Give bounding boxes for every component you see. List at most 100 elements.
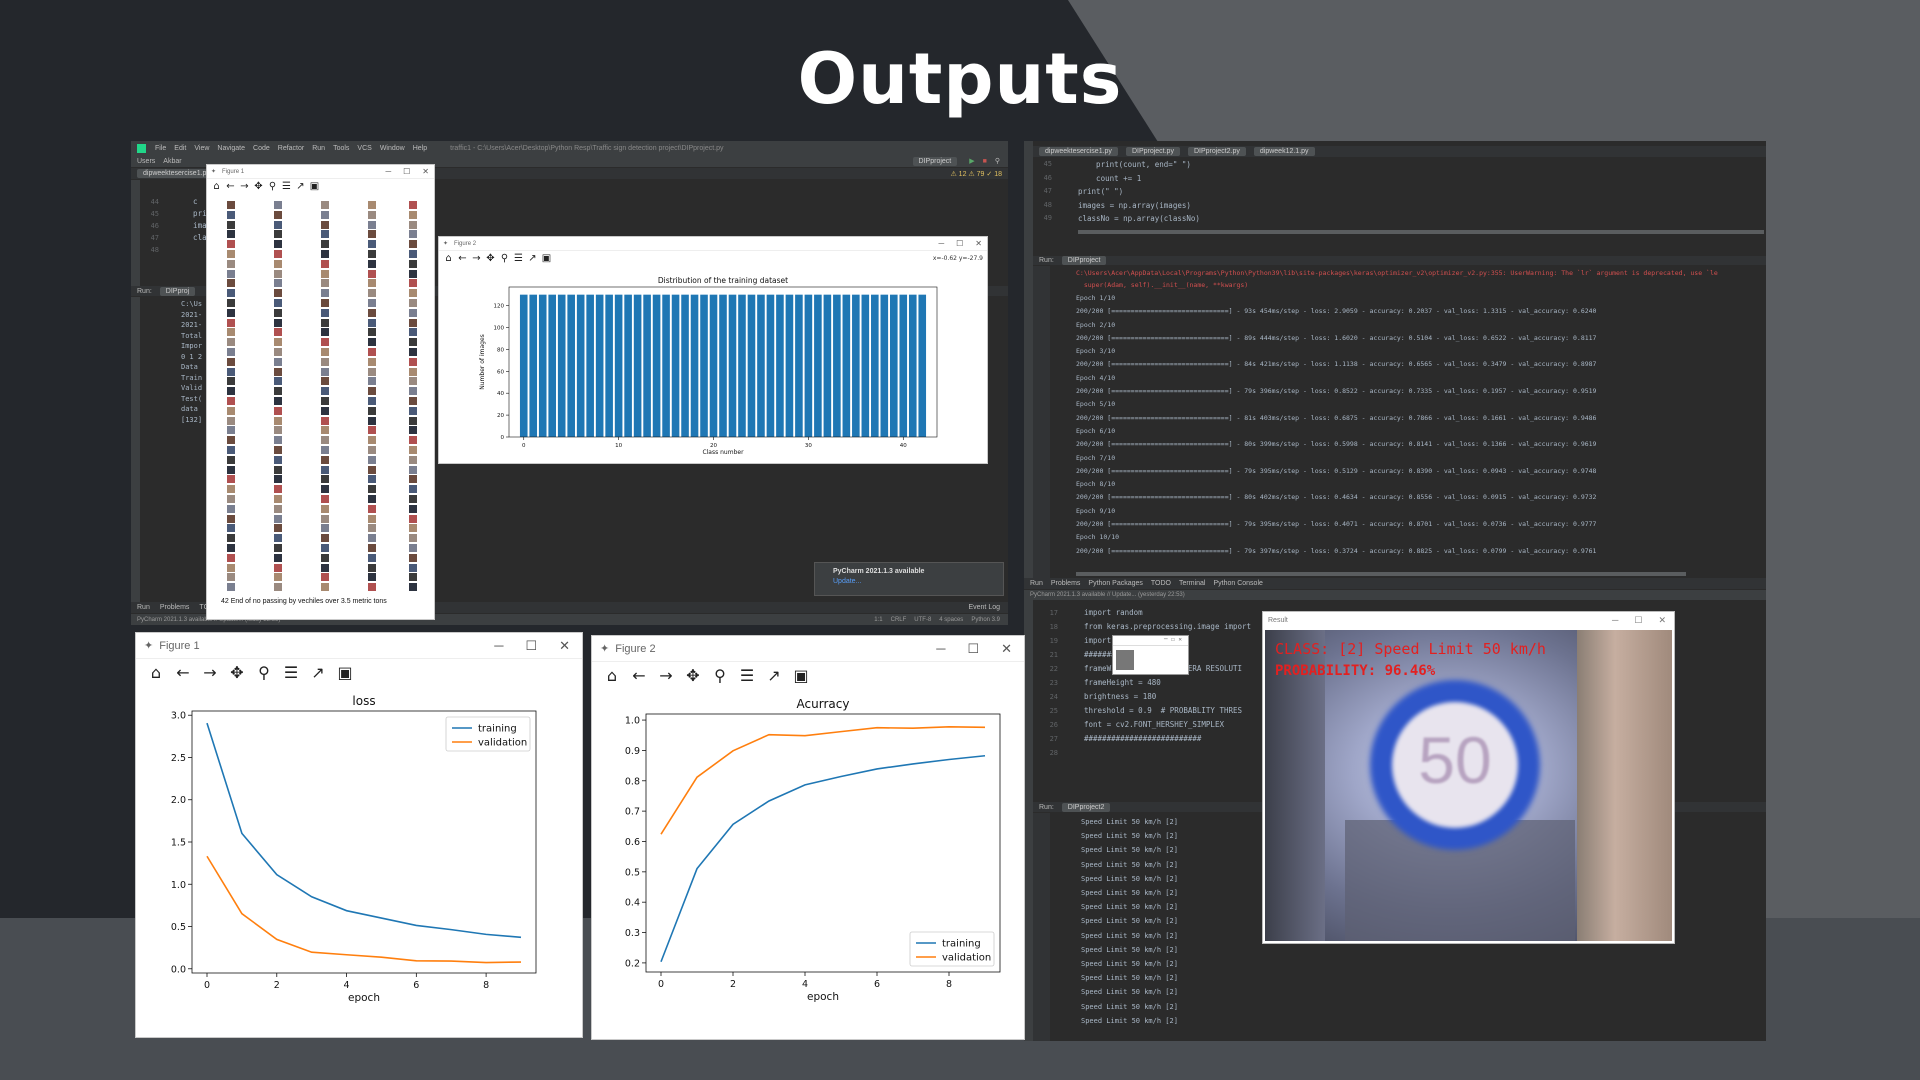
edit-axis-icon[interactable]: ↗ [527,253,538,265]
update-notification[interactable]: PyCharm 2021.1.3 available Update... [814,562,1004,596]
tool-tab[interactable]: TODO [1151,580,1171,587]
edit-axis-icon[interactable]: ↗ [295,181,306,193]
sample-thumbnail [321,544,329,552]
pan-icon[interactable]: ✥ [485,253,496,265]
menu-item[interactable]: Window [380,145,405,152]
menu-item[interactable]: Tools [333,145,349,152]
configure-icon[interactable]: ☰ [281,663,301,683]
forward-icon[interactable]: → [239,181,250,193]
sample-thumbnail [274,563,282,572]
close-button[interactable]: ✕ [975,239,982,248]
run-tab[interactable]: DIPproject2 [1061,802,1111,812]
stop-icon[interactable]: ■ [983,158,987,165]
back-icon[interactable]: ← [173,663,193,683]
editor-tab[interactable]: dipweektesercise1.py [137,169,216,178]
configure-icon[interactable]: ☰ [513,253,524,265]
menu-item[interactable]: Navigate [217,145,245,152]
tool-tab[interactable]: Run [1030,580,1043,587]
editor-tab[interactable]: dipweektesercise1.py [1039,147,1118,156]
tool-tab[interactable]: Problems [160,604,190,611]
close-button[interactable]: ✕ [1001,641,1012,657]
maximize-button[interactable]: ☐ [525,638,537,654]
menu-item[interactable]: Code [253,145,270,152]
tool-tab[interactable]: Problems [1051,580,1081,587]
home-icon[interactable]: ⌂ [602,666,622,686]
sample-thumbnail [321,240,329,249]
zoom-icon[interactable]: ⚲ [254,663,274,683]
run-tab[interactable]: DIPproj [159,286,196,296]
notif-update-link[interactable]: Update... [815,575,1003,585]
forward-icon[interactable]: → [200,663,220,683]
editor-tab[interactable]: DIPproject.py [1125,147,1180,156]
close-button[interactable]: ✕ [422,167,429,176]
run-icon[interactable]: ▶ [969,157,974,165]
pan-icon[interactable]: ✥ [683,666,703,686]
tool-tab[interactable]: Terminal [1179,580,1205,587]
editor-tab[interactable]: DIPproject2.py [1187,147,1246,156]
tool-tab[interactable]: Run [137,604,150,611]
small-window[interactable]: ─ ☐ ✕ [1112,635,1189,675]
run-tab[interactable]: DIPproject [1061,256,1107,265]
pan-icon[interactable]: ✥ [253,181,264,193]
run-config-select[interactable]: DIPproject [912,156,958,166]
sample-thumbnail [368,504,376,513]
users-crumb[interactable]: Users [137,158,155,165]
close-button[interactable]: ✕ [559,638,570,654]
minimize-button[interactable]: ─ [1612,615,1618,626]
zoom-icon[interactable]: ⚲ [710,666,730,686]
menu-item[interactable]: Run [312,145,325,152]
ide-statusbar: PyCharm 2021.1.3 available // Update... … [1024,590,1766,600]
home-icon[interactable]: ⌂ [146,663,166,683]
forward-icon[interactable]: → [471,253,482,265]
edit-axis-icon[interactable]: ↗ [764,666,784,686]
editor-scrollbar[interactable] [1078,230,1764,234]
minimize-button[interactable]: ─ [938,239,944,248]
y-tick-label: 0.5 [171,922,186,933]
menu-item[interactable]: Help [413,145,427,152]
tool-tab[interactable]: Python Console [1213,580,1262,587]
menu-item[interactable]: View [194,145,209,152]
sample-thumbnail [227,308,235,317]
maximize-button[interactable]: ☐ [403,167,410,176]
log-scrollbar[interactable] [1076,572,1686,576]
editor-tab[interactable]: dipweek12.1.py [1253,147,1315,156]
minimize-button[interactable]: ─ [494,638,503,654]
search-icon[interactable]: ⚲ [995,157,1000,165]
akbar-crumb[interactable]: Akbar [163,158,181,165]
save-icon[interactable]: ▣ [309,181,320,193]
home-icon[interactable]: ⌂ [211,181,222,193]
configure-icon[interactable]: ☰ [281,181,292,193]
epoch-line: 200/200 [==============================]… [1076,440,1597,449]
save-icon[interactable]: ▣ [335,663,355,683]
maximize-button[interactable]: ☐ [967,641,979,657]
save-icon[interactable]: ▣ [791,666,811,686]
sample-thumbnail [227,426,235,435]
configure-icon[interactable]: ☰ [737,666,757,686]
edit-axis-icon[interactable]: ↗ [308,663,328,683]
menu-item[interactable]: VCS [357,145,371,152]
zoom-icon[interactable]: ⚲ [499,253,510,265]
bar [519,294,528,437]
minimize-button[interactable]: ─ [936,641,945,657]
sample-thumbnail [409,240,417,249]
event-log-button[interactable]: Event Log [968,604,1000,611]
tool-tab[interactable]: Python Packages [1088,580,1142,587]
back-icon[interactable]: ← [457,253,468,265]
menu-item[interactable]: Refactor [278,145,304,152]
menu-item[interactable]: File [155,145,166,152]
close-button[interactable]: ✕ [1658,615,1666,626]
minimize-button[interactable]: ─ [385,167,391,176]
home-icon[interactable]: ⌂ [443,253,454,265]
forward-icon[interactable]: → [656,666,676,686]
maximize-button[interactable]: ☐ [956,239,963,248]
window-title: Figure 1 [222,168,245,175]
back-icon[interactable]: ← [629,666,649,686]
pan-icon[interactable]: ✥ [227,663,247,683]
menu-item[interactable]: Edit [174,145,186,152]
back-icon[interactable]: ← [225,181,236,193]
save-icon[interactable]: ▣ [541,253,552,265]
sample-thumbnail [227,250,235,258]
maximize-button[interactable]: ☐ [1634,615,1642,626]
zoom-icon[interactable]: ⚲ [267,181,278,193]
editor-gutter: 45 46 47 48 49 [1036,158,1052,226]
